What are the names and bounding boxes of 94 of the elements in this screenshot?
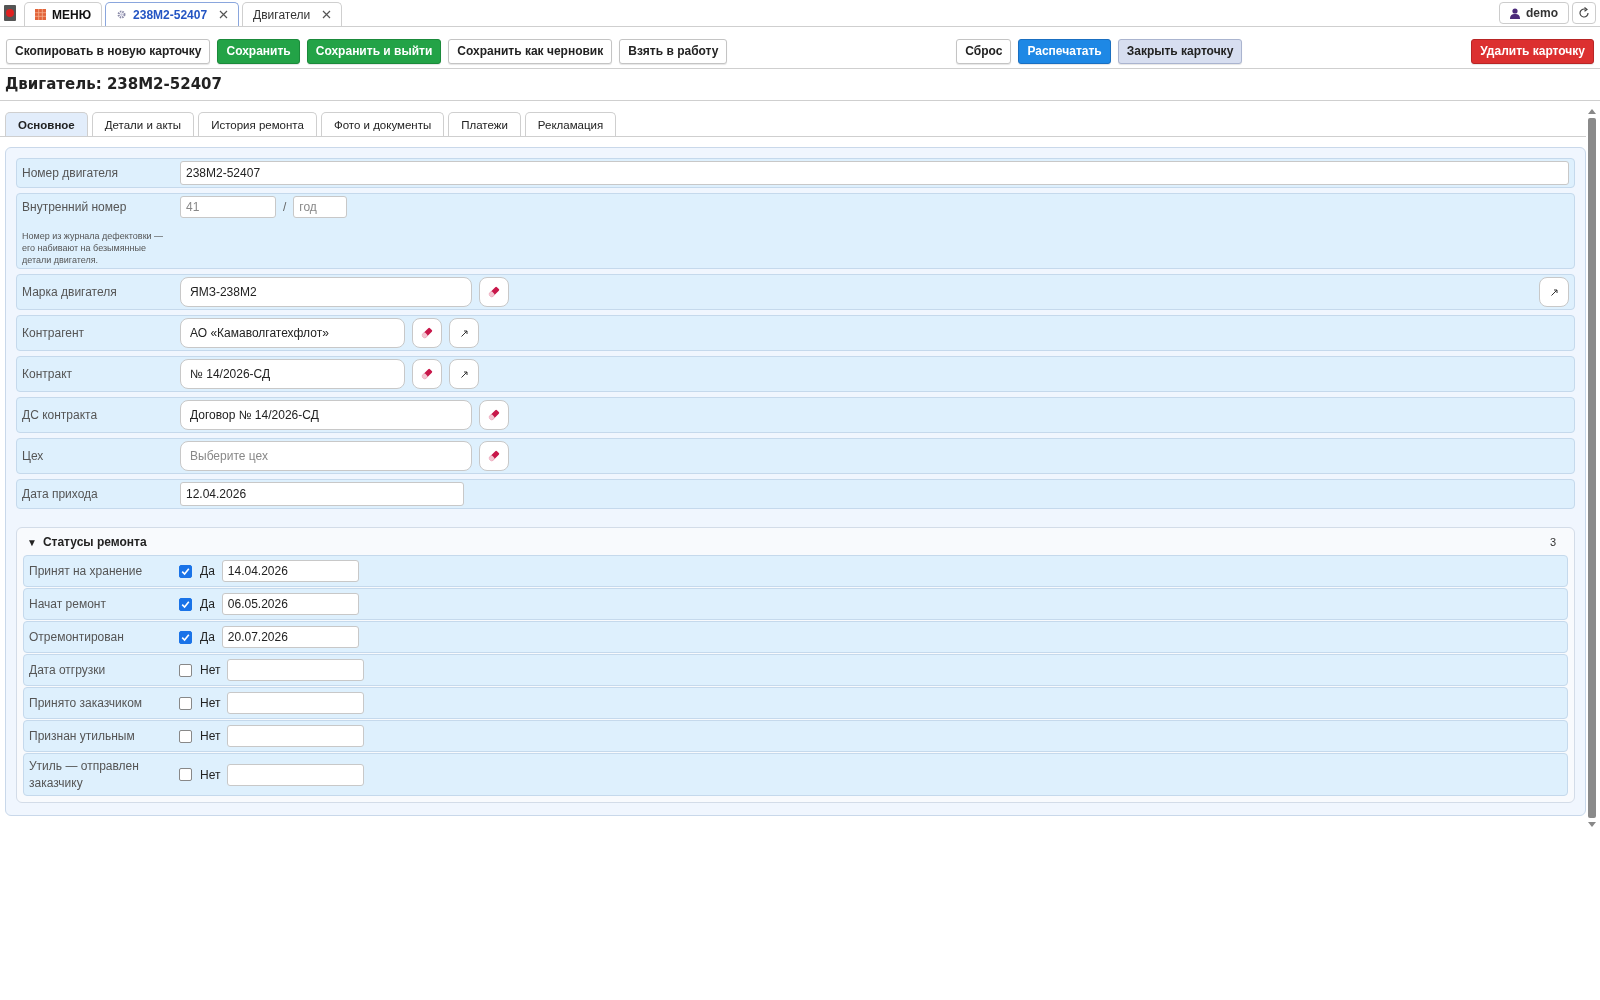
toolbar-button[interactable]: Скопировать в новую карточку [6,38,211,64]
form-tab[interactable]: Основное [5,112,88,136]
field-label: Внутренний номер [22,200,128,214]
close-icon[interactable] [219,10,229,19]
field-hint: Номер из журнала дефектовки — его набивают на безымянные детали двигателя. [22,230,165,267]
status-label: Принят на хранение [29,563,144,580]
status-label: Признан утильным [29,728,136,745]
date-field[interactable]: 06.05.2026 [221,593,359,616]
select-field[interactable]: № 14/2026-СД [180,359,405,390]
separator-text: / [283,200,287,214]
user-name: demo [1526,6,1558,20]
tab-label: МЕНЮ [52,7,92,22]
tab-label: Двигатели [253,7,311,22]
eraser-icon [488,450,500,463]
clear-button[interactable] [479,441,509,472]
count-label: 3 [1549,536,1557,549]
status-answer: Да [200,630,215,645]
status-label: Отремонтирован [29,629,125,646]
diagonal-arrow-icon [1550,288,1558,296]
grid-icon [35,9,46,20]
user-icon [1510,7,1520,19]
select-field[interactable]: Договор № 14/2026-СД [180,400,472,431]
window-tab[interactable]: 238М2-52407 [105,2,240,26]
clear-button[interactable] [412,359,442,390]
field-label: Цех [22,449,45,464]
input-field[interactable]: 41 [180,196,276,218]
clear-button[interactable] [479,277,509,308]
field-label: ДС контракта [22,408,99,423]
eraser-icon [488,286,500,299]
form-tab[interactable]: Фото и документы [320,112,445,136]
scroll-up-icon[interactable] [1588,108,1596,114]
status-label: Начат ремонт [29,596,107,613]
form-tab[interactable]: Рекламация [524,112,617,136]
expand-marker[interactable]: ▼ [27,536,37,548]
checkbox[interactable] [179,768,192,782]
toolbar-button[interactable]: Сохранить как черновик [448,38,613,64]
scroll-down-icon[interactable] [1588,822,1596,828]
diagonal-arrow-icon [460,370,468,378]
status-label: Дата отгрузки [29,662,107,679]
field-label: Контракт [22,367,73,382]
eraser-icon [421,368,433,381]
checkbox[interactable] [179,564,192,578]
toolbar-button[interactable]: Распечатать [1018,38,1111,64]
gear-icon [116,9,128,20]
checkbox[interactable] [179,597,192,611]
status-label: Утиль — отправлен заказчику [29,758,140,791]
eraser-icon [421,327,433,340]
toolbar-button[interactable]: Закрыть карточку [1117,38,1243,64]
input-field[interactable]: 238М2-52407 [180,161,1569,185]
clear-button[interactable] [412,318,442,349]
refresh-icon [1578,7,1590,19]
status-answer: Да [200,564,215,579]
form-tab[interactable]: Платежи [448,112,521,136]
window-tab[interactable]: Двигатели [242,2,343,26]
select-field[interactable]: АО «Камаволгатехфлот» [180,318,405,349]
field-label: Марка двигателя [22,285,118,300]
checkbox[interactable] [179,630,192,644]
section-title: Статусы ремонта [42,535,147,550]
toolbar-button[interactable]: Взять в работу [619,38,728,64]
field-label: Контрагент [22,326,86,341]
select-field[interactable]: ЯМЗ-238М2 [180,277,472,308]
input-field[interactable]: год [293,196,348,218]
toolbar-button[interactable]: Сброс [956,38,1012,64]
refresh-button[interactable] [1572,2,1596,24]
date-field[interactable]: 14.04.2026 [221,560,359,583]
checkbox[interactable] [179,696,192,710]
clear-button[interactable] [479,400,509,431]
date-field[interactable] [227,763,365,786]
status-label: Принято заказчиком [29,695,144,712]
delete-button[interactable]: Удалить карточку [1471,38,1594,64]
date-field[interactable] [227,692,365,715]
checkbox[interactable] [179,729,192,743]
page-title: Двигатель: 238М2-52407 [5,75,222,93]
user-button[interactable]: demo [1499,2,1569,24]
date-field[interactable]: 20.07.2026 [221,626,359,649]
select-field[interactable]: Выберите цех [180,441,472,472]
date-field[interactable] [227,725,365,748]
field-label: Дата прихода [22,487,99,502]
checkbox[interactable] [179,663,192,677]
status-answer: Нет [200,696,221,711]
status-answer: Нет [200,767,221,782]
form-tab[interactable]: История ремонта [198,112,317,136]
status-answer: Да [200,597,215,612]
date-field[interactable] [227,659,365,682]
form-tab[interactable]: Детали и акты [91,112,195,136]
close-icon[interactable] [322,10,332,19]
tab-label: 238М2-52407 [133,7,208,22]
eraser-icon [488,409,500,422]
status-answer: Нет [200,729,221,744]
date-field[interactable]: 12.04.2026 [180,482,464,507]
status-answer: Нет [200,663,221,678]
field-label: Номер двигателя [22,166,119,180]
window-tab[interactable]: МЕНЮ [24,2,103,26]
diagonal-arrow-icon [460,329,468,337]
